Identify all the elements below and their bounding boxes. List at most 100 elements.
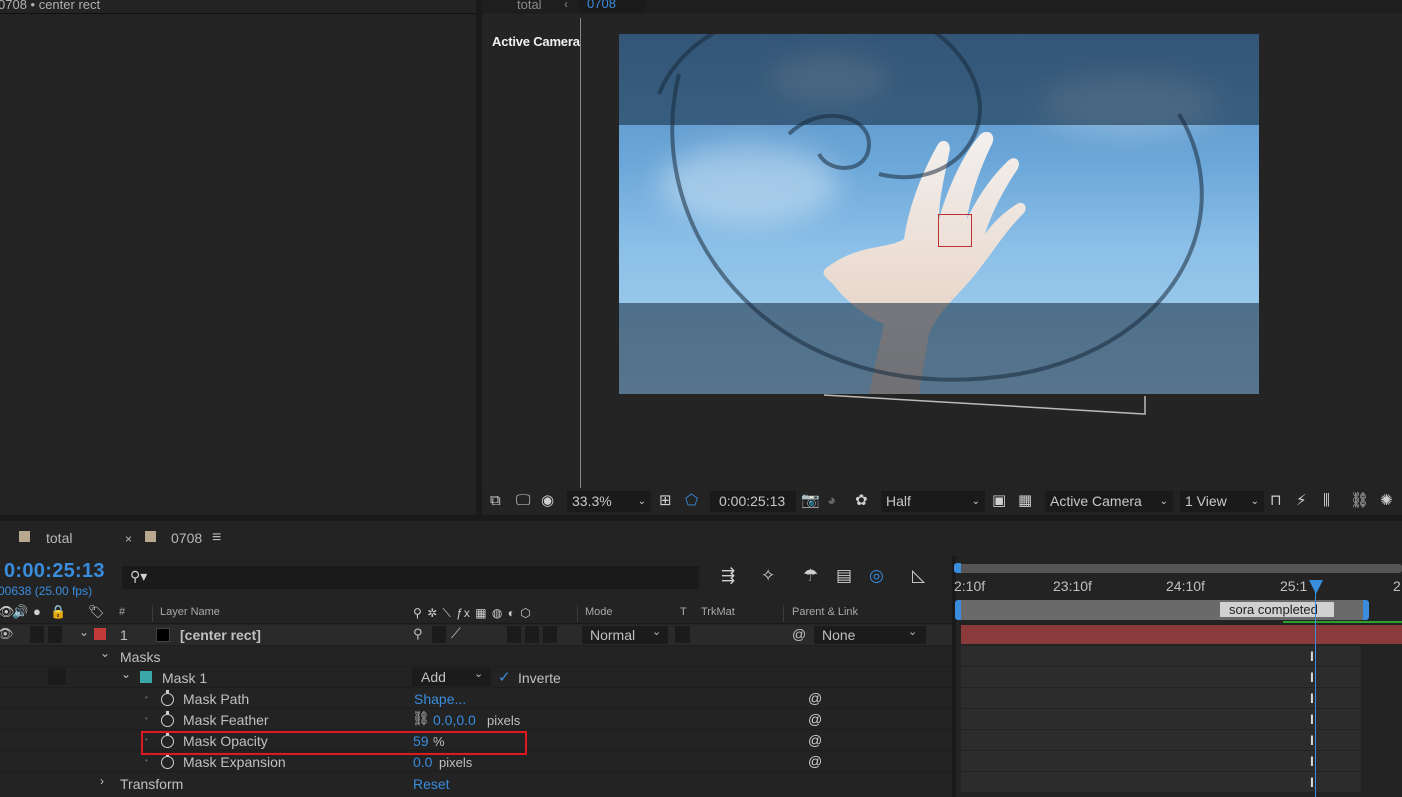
work-area-start-handle[interactable] bbox=[955, 600, 961, 620]
pick-whip-icon[interactable]: @ bbox=[808, 711, 822, 727]
draft-3d-icon[interactable]: ✧ bbox=[761, 566, 775, 586]
property-row-mask-feather[interactable]: • Mask Feather ⛓ 0.0,0.0 pixels @ bbox=[0, 709, 952, 730]
breadcrumb-0708[interactable]: 0708 bbox=[578, 0, 646, 13]
breadcrumb-total[interactable]: total bbox=[517, 0, 542, 12]
mask-switch[interactable] bbox=[48, 668, 66, 685]
stopwatch-icon[interactable] bbox=[161, 753, 174, 769]
layer-name[interactable]: [center rect] bbox=[180, 627, 261, 643]
toggle-pixel-aspect-icon[interactable]: ⊓ bbox=[1270, 491, 1282, 511]
mask-expansion-value[interactable]: 0.0 bbox=[413, 754, 432, 770]
mask-mode-dropdown[interactable]: Add ⌄ bbox=[412, 668, 491, 686]
region-of-interest-icon[interactable]: ▣ bbox=[992, 491, 1006, 511]
close-icon[interactable]: × bbox=[125, 532, 132, 546]
time-navigator[interactable] bbox=[956, 564, 1402, 573]
column-mode[interactable]: Mode bbox=[585, 606, 613, 618]
flowchart-icon[interactable]: ⛓ bbox=[1350, 491, 1369, 511]
panel-menu-icon[interactable]: ≡ bbox=[212, 529, 221, 547]
chevron-right-icon[interactable]: › bbox=[100, 774, 104, 788]
switch-box[interactable] bbox=[432, 626, 446, 643]
work-area-end-handle[interactable] bbox=[1363, 600, 1369, 620]
view-layout-dropdown[interactable]: 1 View ⌄ bbox=[1180, 491, 1264, 512]
chevron-down-icon[interactable]: ⌄ bbox=[121, 667, 131, 681]
keyframe-ibeam-icon[interactable]: I bbox=[1310, 711, 1314, 727]
pick-whip-icon[interactable]: @ bbox=[808, 732, 822, 748]
layer-bounds-handle[interactable] bbox=[938, 214, 972, 247]
current-time-display[interactable]: 0:00:25:13 bbox=[4, 560, 105, 583]
stopwatch-icon[interactable] bbox=[161, 711, 174, 727]
audio-switch[interactable] bbox=[30, 626, 44, 643]
switches-icons[interactable]: ⚲ ✲ ⟍ ƒx ▦ ◍ ◐ ⬡ bbox=[413, 606, 532, 621]
column-layer-name[interactable]: Layer Name bbox=[160, 606, 220, 618]
composition-mini-flowchart-icon[interactable]: ⇶ bbox=[721, 566, 735, 586]
tab-0708[interactable]: 0708 bbox=[171, 530, 202, 546]
layer-duration-bar[interactable] bbox=[961, 625, 1402, 644]
constrain-link-icon[interactable]: ⛓ bbox=[412, 710, 430, 727]
channel-rgb-icon[interactable]: ✿ bbox=[855, 491, 868, 511]
keyframe-ibeam-icon[interactable]: I bbox=[1310, 732, 1314, 748]
time-navigator-start-handle[interactable] bbox=[954, 563, 961, 573]
exposure-icon[interactable]: ✺ bbox=[1380, 491, 1393, 511]
lock-icon[interactable]: 🔒 bbox=[50, 604, 66, 620]
layer-row[interactable]: 👁 ⌄ 1 [center rect] ⚲ ⟋ Normal ⌄ @ None … bbox=[0, 625, 952, 646]
transparency-grid-icon[interactable]: ▦ bbox=[1018, 491, 1032, 511]
monitor-icon[interactable]: 🖵 bbox=[516, 491, 530, 511]
mask-feather-value[interactable]: 0.0,0.0 bbox=[433, 712, 476, 728]
mask-visibility-icon[interactable]: ◉ bbox=[541, 491, 554, 511]
grid-guides-icon[interactable]: ⊞ bbox=[659, 491, 672, 511]
search-input[interactable] bbox=[122, 566, 699, 589]
mask-path-toggle-icon[interactable]: ⬠ bbox=[685, 491, 698, 511]
tab-total[interactable]: total bbox=[46, 530, 72, 546]
shy-switch-icon[interactable]: ⚲ bbox=[413, 626, 423, 642]
chevron-down-icon[interactable]: ⌄ bbox=[100, 646, 110, 660]
keyframe-ibeam-icon[interactable]: I bbox=[1310, 690, 1314, 706]
label-tag-icon[interactable]: 🏷 bbox=[88, 604, 105, 620]
chevron-down-icon[interactable]: ⌄ bbox=[79, 625, 89, 639]
transform-group-row[interactable]: › Transform Reset bbox=[0, 772, 952, 793]
mask-row[interactable]: ⌄ Mask 1 Add ⌄ ✓ Inverte bbox=[0, 667, 952, 688]
keyframe-ibeam-icon[interactable]: I bbox=[1310, 753, 1314, 769]
mask-path-value[interactable]: Shape... bbox=[414, 691, 466, 707]
mask-color-swatch[interactable] bbox=[140, 671, 152, 683]
composition-frame[interactable] bbox=[619, 34, 1259, 394]
shy-layers-icon[interactable]: ☂ bbox=[803, 566, 818, 586]
column-trkmat[interactable]: TrkMat bbox=[701, 606, 735, 618]
timeline-icon[interactable]: ⫼ bbox=[1323, 491, 1330, 511]
keyframe-ibeam-icon[interactable]: I bbox=[1310, 648, 1314, 664]
always-preview-icon[interactable]: ⧉ bbox=[490, 491, 501, 511]
current-time-indicator-line[interactable] bbox=[1315, 582, 1316, 797]
camera-view-dropdown[interactable]: Active Camera ⌄ bbox=[1045, 491, 1173, 512]
parent-dropdown[interactable]: None ⌄ bbox=[814, 626, 926, 644]
show-snapshot-icon[interactable]: ◕ bbox=[827, 491, 836, 511]
masks-group-row[interactable]: ⌄ Masks bbox=[0, 646, 952, 667]
keyframe-ibeam-icon[interactable]: I bbox=[1310, 774, 1314, 790]
keyframe-ibeam-icon[interactable]: I bbox=[1310, 669, 1314, 685]
transform-reset-link[interactable]: Reset bbox=[413, 776, 450, 792]
chevron-left-icon[interactable]: ‹ bbox=[564, 0, 568, 11]
eye-icon[interactable]: 👁 bbox=[0, 626, 14, 642]
switch-box[interactable] bbox=[543, 626, 557, 643]
viewer-timecode[interactable]: 0:00:25:13 bbox=[710, 491, 796, 512]
blend-mode-dropdown[interactable]: Normal ⌄ bbox=[582, 626, 668, 644]
fast-previews-icon[interactable]: ⚡ bbox=[1296, 491, 1307, 511]
graph-editor-icon[interactable]: ◺ bbox=[912, 566, 925, 586]
pick-whip-icon[interactable]: @ bbox=[792, 626, 806, 642]
switch-box[interactable] bbox=[525, 626, 539, 643]
pick-whip-icon[interactable]: @ bbox=[808, 753, 822, 769]
mask-name[interactable]: Mask 1 bbox=[162, 670, 207, 686]
column-parent-link[interactable]: Parent & Link bbox=[792, 606, 858, 618]
comp-marker[interactable]: sora completed bbox=[1220, 602, 1334, 617]
solo-switch[interactable] bbox=[48, 626, 62, 643]
pick-whip-icon[interactable]: @ bbox=[808, 690, 822, 706]
solo-icon[interactable]: ● bbox=[33, 604, 41, 619]
audio-icon[interactable]: 🔊 bbox=[12, 604, 28, 620]
resolution-dropdown[interactable]: Half ⌄ bbox=[881, 491, 985, 512]
motion-blur-icon[interactable]: ◎ bbox=[869, 566, 884, 586]
camera-snapshot-icon[interactable]: 📷 bbox=[801, 491, 820, 511]
current-time-indicator-head[interactable] bbox=[1309, 580, 1323, 594]
column-number[interactable]: # bbox=[119, 606, 125, 618]
stopwatch-icon[interactable] bbox=[161, 690, 174, 706]
switch-box[interactable] bbox=[507, 626, 521, 643]
zoom-dropdown[interactable]: 33.3% ⌄ bbox=[567, 491, 651, 512]
property-row-mask-path[interactable]: • Mask Path Shape... @ bbox=[0, 688, 952, 709]
frame-blending-icon[interactable]: ▤ bbox=[836, 566, 852, 586]
